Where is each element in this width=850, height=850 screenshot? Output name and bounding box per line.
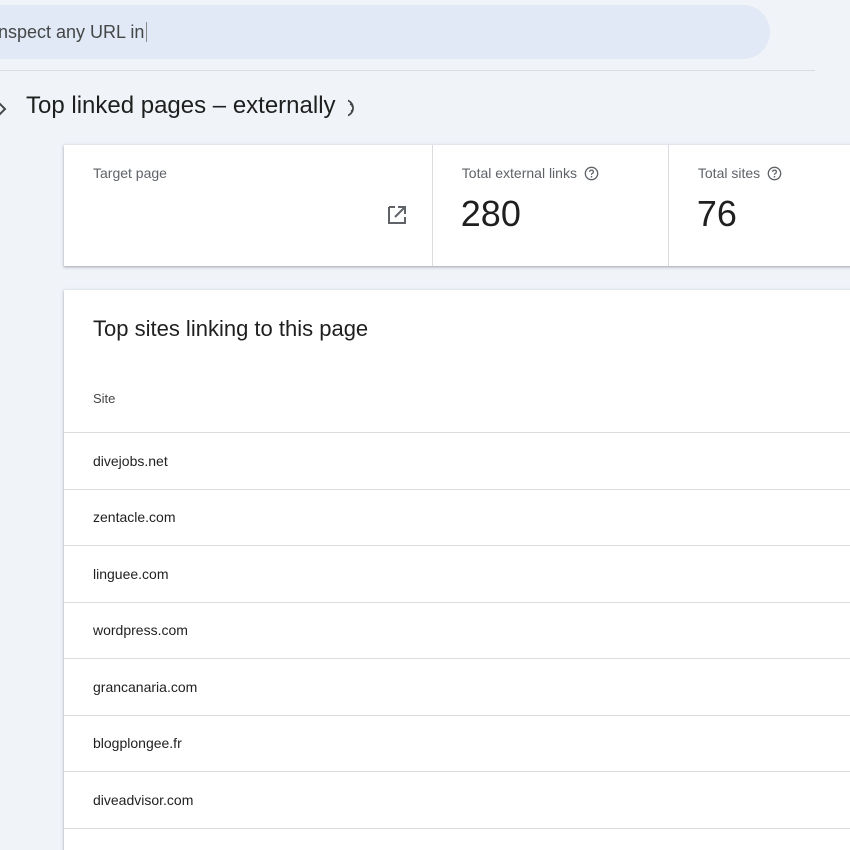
open-in-new-icon[interactable] [385,203,409,227]
table-row[interactable]: diveadvisor.com [64,771,850,828]
sites-table-body: divejobs.net zentacle.com linguee.com wo… [64,432,850,850]
table-row[interactable]: grancanaria.com [64,658,850,715]
total-external-links-label: Total external links [462,165,599,181]
help-circle-icon[interactable] [767,166,782,181]
site-column-header[interactable]: Site [93,391,115,406]
top-sites-card: Top sites linking to this page Site dive… [64,290,850,850]
help-circle-icon[interactable] [348,96,358,120]
total-external-links-value: 280 [460,193,521,234]
text-cursor [146,22,148,42]
summary-card: Target page Total external links 280 Tot… [64,145,850,266]
total-external-links-cell: Total external links 280 [433,145,669,266]
table-row[interactable]: blogplongee.fr [64,714,850,772]
header-divider [0,70,815,71]
table-row[interactable]: divejobs.net [64,432,850,489]
table-row[interactable]: ... [64,827,850,850]
target-page-label-text: Target page [93,165,167,181]
url-inspection-search-bar[interactable]: nspect any URL in [0,5,770,59]
search-input-text[interactable]: nspect any URL in [0,22,144,43]
page-title: Top linked pages – externally [26,92,336,119]
table-row[interactable]: linguee.com [64,545,850,602]
chevron-right-icon[interactable] [0,96,10,122]
table-row[interactable]: wordpress.com [64,601,850,659]
total-sites-label-text: Total sites [697,165,761,181]
total-external-links-label-text: Total external links [461,165,577,181]
help-circle-icon[interactable] [584,166,599,181]
table-row[interactable]: zentacle.com [64,488,850,546]
target-page-label: Target page [93,165,167,181]
target-page-cell: Target page [64,145,433,266]
page: nspect any URL in Top linked pages – ext… [0,0,850,850]
total-sites-value: 76 [696,193,737,234]
total-sites-cell: Total sites 76 [669,145,850,266]
top-sites-title: Top sites linking to this page [93,316,369,341]
total-sites-label: Total sites [698,165,782,181]
